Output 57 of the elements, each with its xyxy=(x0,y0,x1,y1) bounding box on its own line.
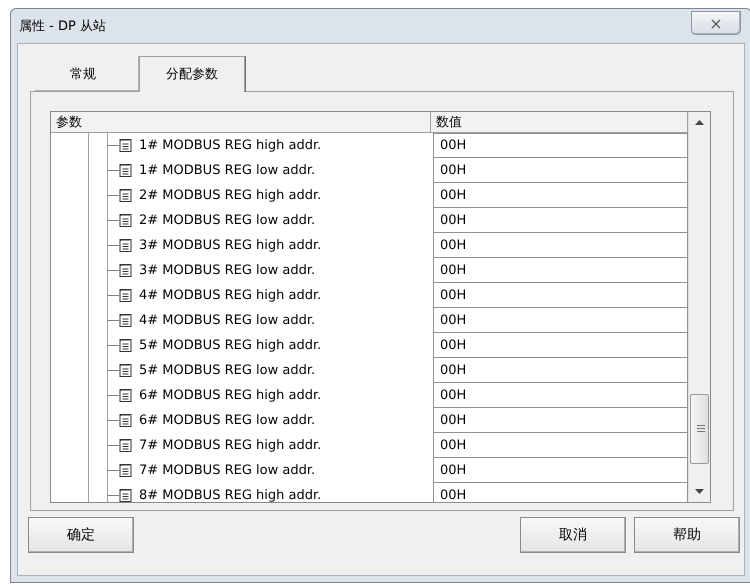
parameter-name: 5# MODBUS REG high addr. xyxy=(139,338,322,353)
scroll-down-icon[interactable] xyxy=(695,489,704,494)
value-field[interactable]: 00H xyxy=(433,308,688,333)
document-icon xyxy=(119,413,132,427)
document-icon xyxy=(119,338,132,352)
value-field[interactable]: 00H xyxy=(433,258,688,283)
parameter-name: 8# MODBUS REG high addr. xyxy=(139,488,322,502)
value-field[interactable]: 00H xyxy=(433,233,688,258)
parameter-name: 1# MODBUS REG low addr. xyxy=(139,163,316,178)
document-icon xyxy=(119,288,132,302)
parameter-name: 4# MODBUS REG low addr. xyxy=(139,313,316,328)
parameter-name: 7# MODBUS REG high addr. xyxy=(139,438,322,453)
window-title: 属性 - DP 从站 xyxy=(19,18,106,35)
parameter-name: 3# MODBUS REG high addr. xyxy=(139,238,322,253)
document-icon xyxy=(119,363,132,377)
parameter-name: 2# MODBUS REG low addr. xyxy=(139,213,316,228)
value-field[interactable]: 00H xyxy=(433,133,688,158)
parameter-name: 2# MODBUS REG high addr. xyxy=(139,188,322,203)
document-icon xyxy=(119,188,132,202)
dialog-button[interactable]: 取消 xyxy=(520,517,626,553)
column-header: 数值 xyxy=(431,112,688,133)
value-field[interactable]: 00H xyxy=(433,483,688,502)
parameter-name: 4# MODBUS REG high addr. xyxy=(139,288,322,303)
parameter-name: 7# MODBUS REG low addr. xyxy=(139,463,316,478)
ok-button[interactable]: 确定 xyxy=(28,517,134,553)
value-field[interactable]: 00H xyxy=(433,458,688,483)
document-icon xyxy=(119,238,132,252)
parameter-name: 5# MODBUS REG low addr. xyxy=(139,363,316,378)
value-field[interactable]: 00H xyxy=(433,383,688,408)
value-field[interactable]: 00H xyxy=(433,408,688,433)
tab[interactable]: 分配参数 xyxy=(139,56,245,92)
document-icon xyxy=(119,163,132,177)
value-field[interactable]: 00H xyxy=(433,358,688,383)
document-icon xyxy=(119,213,132,227)
parameter-name: 3# MODBUS REG low addr. xyxy=(139,263,316,278)
dialog-button[interactable]: 帮助 xyxy=(634,517,740,553)
parameter-name: 6# MODBUS REG high addr. xyxy=(139,388,322,403)
document-icon xyxy=(119,463,132,477)
value-field[interactable]: 00H xyxy=(433,333,688,358)
document-icon xyxy=(119,388,132,402)
scroll-thumb[interactable] xyxy=(690,394,709,464)
parameter-name: 1# MODBUS REG high addr. xyxy=(139,138,322,153)
tab[interactable]: 常规 xyxy=(34,55,140,91)
value-field[interactable]: 00H xyxy=(433,208,688,233)
value-field[interactable]: 00H xyxy=(433,183,688,208)
document-icon xyxy=(119,263,132,277)
document-icon xyxy=(119,438,132,452)
document-icon xyxy=(119,138,132,152)
scrollbar[interactable] xyxy=(688,112,710,502)
value-field[interactable]: 00H xyxy=(433,433,688,458)
value-field[interactable]: 00H xyxy=(433,283,688,308)
column-header: 参数 xyxy=(51,112,431,133)
value-field[interactable]: 00H xyxy=(433,158,688,183)
scroll-up-icon[interactable] xyxy=(695,120,704,125)
close-button[interactable]: × xyxy=(691,11,741,35)
document-icon xyxy=(119,313,132,327)
parameter-name: 6# MODBUS REG low addr. xyxy=(139,413,316,428)
